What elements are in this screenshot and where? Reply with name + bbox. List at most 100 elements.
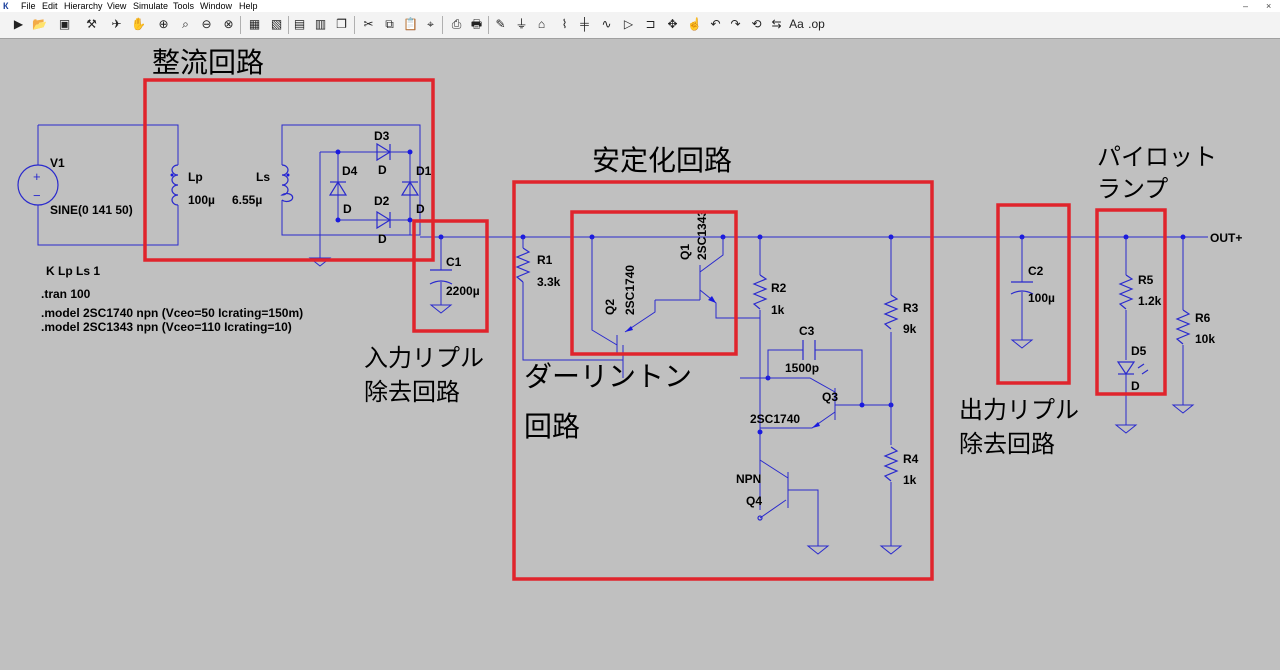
- tran-directive[interactable]: .tran 100: [41, 287, 91, 301]
- pilot-lamp-annotation-line2: ランプ: [1097, 176, 1168, 203]
- d1-name-label: D1: [416, 164, 432, 178]
- ground-icon[interactable]: ⏚: [513, 16, 530, 33]
- d2-value-label: D: [378, 232, 387, 246]
- v1-value-label: SINE(0 141 50): [50, 203, 133, 217]
- print-setup-icon[interactable]: ⎙: [448, 16, 465, 33]
- close-button[interactable]: ×: [1266, 0, 1271, 12]
- label-net-icon[interactable]: ⌂: [533, 16, 550, 33]
- autorange-icon[interactable]: ▦: [246, 16, 263, 33]
- d4-value-label: D: [343, 202, 352, 216]
- copy-icon[interactable]: ⧉: [381, 16, 398, 33]
- r5-name-label: R5: [1138, 273, 1154, 287]
- mark-icon[interactable]: ▧: [268, 16, 285, 33]
- r2-resistor[interactable]: [740, 237, 768, 510]
- d1-value-label: D: [416, 202, 425, 216]
- lp-name-label: Lp: [188, 170, 203, 184]
- r6-value-label: 10k: [1195, 332, 1215, 346]
- menu-help[interactable]: Help: [239, 0, 258, 12]
- control-panel-icon[interactable]: ⚒: [83, 16, 100, 33]
- r3-resistor[interactable]: [883, 237, 899, 445]
- schematic-canvas[interactable]: + − V1 SINE(0 141 50) Lp 100µ Ls 6.55µ D…: [0, 39, 1280, 665]
- ls-inductor[interactable]: [280, 124, 421, 236]
- cascade-icon[interactable]: ❐: [333, 16, 350, 33]
- svg-text:+: +: [33, 169, 41, 184]
- move-icon[interactable]: ✥: [664, 16, 681, 33]
- q1-value-label: 2SC1343: [695, 210, 709, 260]
- r5-resistor[interactable]: [1118, 237, 1134, 360]
- stabilizer-annotation: 安定化回路: [592, 145, 732, 176]
- minimize-button[interactable]: –: [1243, 0, 1248, 12]
- q4-value-label: NPN: [736, 472, 761, 486]
- draw-wire-icon[interactable]: ✎: [492, 16, 509, 33]
- q4-name-label: Q4: [746, 494, 762, 508]
- r1-name-label: R1: [537, 253, 553, 267]
- menu-tools[interactable]: Tools: [173, 0, 194, 12]
- zoom-pan-icon[interactable]: ⌕: [177, 16, 194, 33]
- menu-view[interactable]: View: [107, 0, 126, 12]
- open-icon[interactable]: 📂: [31, 16, 48, 33]
- diode-icon[interactable]: ▷: [620, 16, 637, 33]
- drag-icon[interactable]: ☝: [686, 16, 703, 33]
- v1-source[interactable]: + −: [17, 124, 179, 246]
- hand-icon[interactable]: ✋: [130, 16, 147, 33]
- lp-inductor[interactable]: [170, 164, 179, 206]
- rotate-icon[interactable]: ⟲: [748, 16, 765, 33]
- d3-name-label: D3: [374, 129, 390, 143]
- zoom-in-icon[interactable]: ⊕: [155, 16, 172, 33]
- toolbar: ▶ 📂 ▣ ⚒ ✈ ✋ ⊕ ⌕ ⊖ ⊗ ▦ ▧ ▤ ▥ ❐ ✂ ⧉ 📋 ⌖ ⎙ …: [0, 12, 1280, 39]
- component-icon[interactable]: ⊐: [642, 16, 659, 33]
- ltspice-app-icon: К: [3, 1, 9, 11]
- q2-value-label: 2SC1740: [623, 265, 637, 315]
- print-icon[interactable]: 🖶: [468, 16, 485, 33]
- r6-resistor[interactable]: [1171, 237, 1195, 414]
- q4-transistor[interactable]: [757, 459, 830, 555]
- undo-icon[interactable]: ↶: [707, 16, 724, 33]
- c2-name-label: C2: [1028, 264, 1044, 278]
- r4-value-label: 1k: [903, 473, 917, 487]
- r4-name-label: R4: [903, 452, 919, 466]
- spice-directive-icon[interactable]: .op: [808, 16, 825, 33]
- tile-vertical-icon[interactable]: ▥: [312, 16, 329, 33]
- q3-name-label: Q3: [822, 390, 838, 404]
- mirror-icon[interactable]: ⇆: [768, 16, 785, 33]
- menu-simulate[interactable]: Simulate: [133, 0, 168, 12]
- run-man-icon[interactable]: ✈: [108, 16, 125, 33]
- lp-value-label: 100µ: [188, 193, 215, 207]
- q3-value-label: 2SC1740: [750, 412, 800, 426]
- menu-file[interactable]: File: [21, 0, 36, 12]
- run-icon[interactable]: ▶: [10, 16, 27, 33]
- darlington-annotation-line2: 回路: [524, 411, 580, 442]
- menu-bar: К File Edit Hierarchy View Simulate Tool…: [0, 0, 1280, 12]
- d3-value-label: D: [378, 163, 387, 177]
- redo-icon[interactable]: ↷: [727, 16, 744, 33]
- r4-resistor[interactable]: [879, 446, 903, 555]
- r1-resistor[interactable]: [515, 237, 623, 361]
- menu-edit[interactable]: Edit: [42, 0, 58, 12]
- d5-name-label: D5: [1131, 344, 1147, 358]
- tile-horizontal-icon[interactable]: ▤: [291, 16, 308, 33]
- coupling-directive[interactable]: K Lp Ls 1: [46, 264, 100, 278]
- capacitor-icon[interactable]: ╪: [576, 16, 593, 33]
- output-ripple-annotation-line2: 除去回路: [959, 431, 1055, 458]
- find-icon[interactable]: ⌖: [422, 16, 439, 33]
- r6-name-label: R6: [1195, 311, 1211, 325]
- c1-name-label: C1: [446, 255, 462, 269]
- menu-hierarchy[interactable]: Hierarchy: [64, 0, 103, 12]
- ls-value-label: 6.55µ: [232, 193, 262, 207]
- cut-icon[interactable]: ✂: [360, 16, 377, 33]
- model-2sc1343-directive[interactable]: .model 2SC1343 npn (Vceo=110 Icrating=10…: [41, 320, 292, 334]
- d5-led[interactable]: [1114, 361, 1149, 434]
- model-2sc1740-directive[interactable]: .model 2SC1740 npn (Vceo=50 Icrating=150…: [41, 306, 303, 320]
- v1-name-label: V1: [50, 156, 65, 170]
- zoom-out-icon[interactable]: ⊖: [198, 16, 215, 33]
- paste-icon[interactable]: 📋: [402, 16, 419, 33]
- resistor-icon[interactable]: ⌇: [556, 16, 573, 33]
- inductor-icon[interactable]: ∿: [598, 16, 615, 33]
- save-icon[interactable]: ▣: [56, 16, 73, 33]
- menu-window[interactable]: Window: [200, 0, 232, 12]
- zoom-fit-icon[interactable]: ⊗: [220, 16, 237, 33]
- d4-name-label: D4: [342, 164, 358, 178]
- text-icon[interactable]: Aa: [788, 16, 805, 33]
- c1-value-label: 2200µ: [446, 284, 480, 298]
- input-ripple-annotation-line2: 除去回路: [364, 379, 460, 406]
